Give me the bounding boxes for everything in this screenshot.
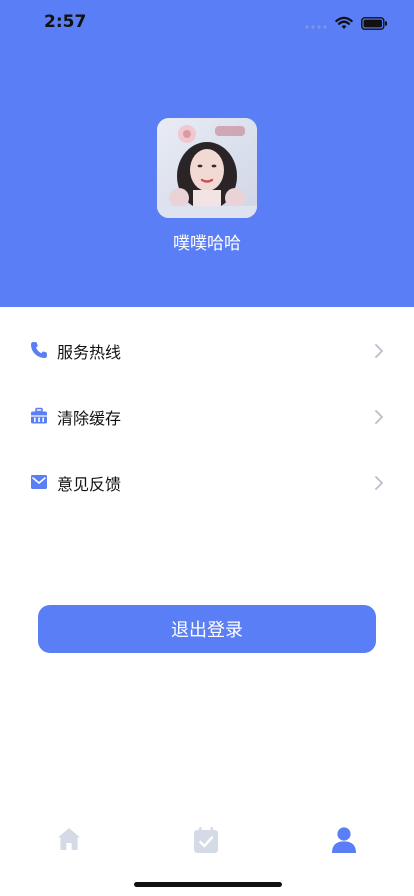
username: 噗噗哈哈: [173, 234, 241, 254]
status-time: 2:57: [44, 12, 87, 32]
briefcase-icon: [30, 407, 48, 425]
status-bar: 2:57: [0, 0, 414, 48]
menu-item-clear-cache[interactable]: 清除缓存: [0, 383, 414, 449]
menu-item-label: 意见反馈: [57, 475, 122, 494]
phone-icon: [30, 341, 48, 359]
battery-icon: [361, 15, 388, 34]
profile-header: 2:57 噗噗哈哈: [0, 0, 414, 307]
menu-item-label: 清除缓存: [57, 409, 122, 428]
menu-item-hotline[interactable]: 服务热线: [0, 317, 414, 383]
wifi-icon: [335, 15, 353, 34]
avatar[interactable]: [157, 118, 257, 218]
chevron-right-icon: [374, 409, 384, 425]
tab-profile[interactable]: [330, 826, 360, 856]
tab-calendar[interactable]: [192, 826, 222, 856]
logout-button[interactable]: 退出登录: [38, 605, 376, 653]
calendar-check-icon: [194, 827, 218, 853]
home-indicator: [134, 882, 282, 887]
status-icons: [305, 15, 388, 34]
mail-icon: [30, 473, 48, 491]
settings-menu: 服务热线 清除缓存 意见反馈: [0, 317, 414, 515]
chevron-right-icon: [374, 343, 384, 359]
tab-home[interactable]: [56, 826, 86, 856]
chevron-right-icon: [374, 475, 384, 491]
home-icon: [58, 828, 80, 850]
menu-item-feedback[interactable]: 意见反馈: [0, 449, 414, 515]
profile-screen: 2:57 噗噗哈哈 服务热线 清除缓存 意见反馈 退出登录: [0, 0, 414, 896]
signal-dots-icon: [305, 15, 327, 34]
menu-item-label: 服务热线: [57, 343, 122, 362]
person-icon: [332, 827, 356, 853]
